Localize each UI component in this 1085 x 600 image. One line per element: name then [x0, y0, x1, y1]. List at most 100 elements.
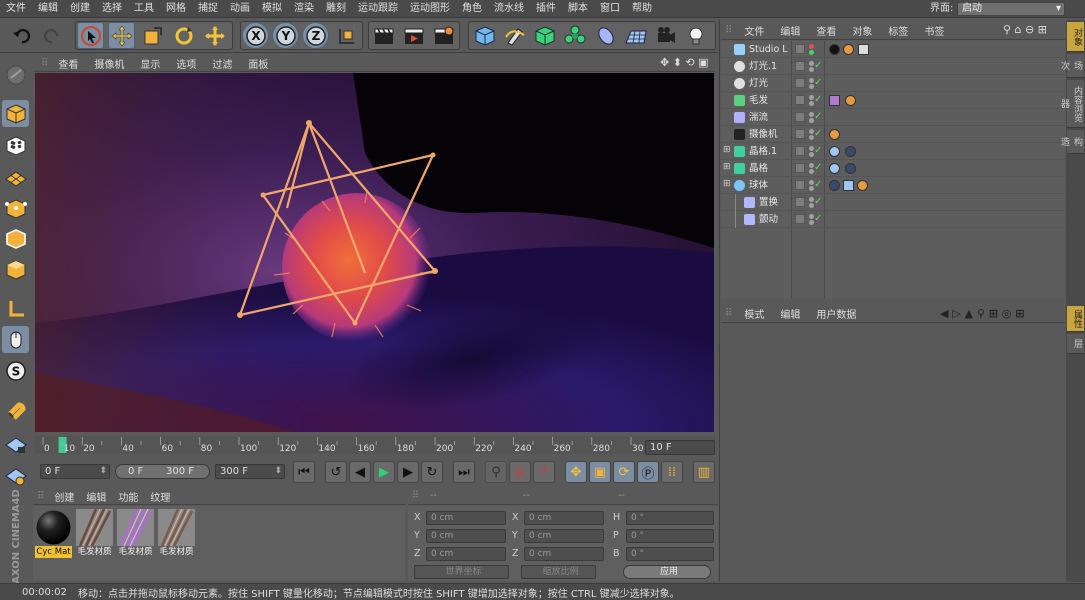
menu-item[interactable]: 帮助	[626, 0, 658, 18]
object-manager-menu-item[interactable]: 标签	[880, 23, 916, 38]
menu-item[interactable]: 脚本	[562, 0, 594, 18]
object-tag-icon[interactable]	[829, 95, 840, 106]
menu-item[interactable]: 文件	[0, 0, 32, 18]
right-tab[interactable]: 场次	[1059, 54, 1084, 78]
rotate-tool-button[interactable]	[170, 22, 197, 49]
layer-swatch[interactable]	[795, 129, 805, 139]
points-mode-button[interactable]	[2, 195, 29, 222]
object-row[interactable]: Studio L	[721, 41, 1065, 58]
enabled-check-icon[interactable]: ✓	[814, 110, 822, 124]
object-manager-menu-item[interactable]: 书签	[916, 23, 952, 38]
viewport-nav-icons[interactable]: ✥ ⬍ ⟲ ▣	[660, 56, 709, 69]
material-slot[interactable]: 毛发材质	[158, 508, 195, 559]
coord-value-field[interactable]: 0 cm	[426, 547, 506, 561]
coord-value-field[interactable]: 0 cm	[524, 547, 604, 561]
layer-swatch[interactable]	[795, 112, 805, 122]
enabled-check-icon[interactable]: ✓	[814, 93, 822, 107]
object-row[interactable]: 灯光.1 ✓	[721, 58, 1065, 75]
pen-spline-button[interactable]	[501, 22, 528, 49]
menu-item[interactable]: 角色	[456, 0, 488, 18]
deformer-button[interactable]	[592, 22, 619, 49]
object-name[interactable]: 摄像机	[749, 126, 778, 143]
right-tab[interactable]: 属性	[1067, 306, 1084, 332]
layer-swatch[interactable]	[795, 95, 805, 105]
key-parameter-button[interactable]: Ⓟ	[637, 461, 659, 483]
key-pla-button[interactable]: ⁞⁞	[661, 461, 683, 483]
expand-icon[interactable]: ⊞	[723, 162, 731, 172]
goto-start-button[interactable]: ⏮	[293, 461, 315, 483]
object-row[interactable]: ⊞ 球体 ✓	[721, 177, 1065, 194]
texture-mode-button[interactable]	[2, 132, 29, 159]
model-mode-button[interactable]	[2, 100, 29, 127]
viewport-menu-item[interactable]: 选项	[168, 56, 204, 71]
attribute-menu-item[interactable]: 编辑	[772, 306, 808, 321]
render-settings-button[interactable]	[430, 22, 457, 49]
object-tag-icon[interactable]	[829, 163, 840, 174]
render-dot[interactable]	[809, 50, 814, 55]
expand-icon[interactable]: ⊞	[723, 145, 731, 155]
scale-tool-button[interactable]	[139, 22, 166, 49]
attribute-nav-icons[interactable]: ◀ ▷ ▲ ⚲ ⊞ ◎ ⊞	[940, 307, 1024, 320]
object-tag-icon[interactable]	[829, 146, 840, 157]
magnet-button[interactable]	[2, 395, 29, 422]
menu-item[interactable]: 运动图形	[404, 0, 456, 18]
object-name[interactable]: 灯光.1	[749, 58, 777, 75]
object-name[interactable]: 灯光	[749, 75, 768, 92]
visibility-dot[interactable]	[809, 44, 814, 49]
next-key-button[interactable]: ↻	[421, 461, 443, 483]
floor-button[interactable]	[622, 22, 649, 49]
object-row[interactable]: ⊞ 晶格 ✓	[721, 160, 1065, 177]
enabled-check-icon[interactable]: ✓	[814, 59, 822, 73]
object-tag-icon[interactable]	[829, 129, 840, 140]
menu-item[interactable]: 捕捉	[192, 0, 224, 18]
menu-item[interactable]: 插件	[530, 0, 562, 18]
object-name[interactable]: 晶格	[749, 160, 768, 177]
menu-item[interactable]: 网格	[160, 0, 192, 18]
play-button[interactable]: ▶	[373, 461, 395, 483]
workplane-mode-button[interactable]	[2, 163, 29, 190]
material-slot[interactable]: 毛发材质	[117, 508, 154, 559]
live-select-button[interactable]	[77, 22, 104, 49]
material-menu-item[interactable]: 创建	[48, 489, 80, 504]
x-axis-lock-button[interactable]: X	[242, 22, 269, 49]
enabled-check-icon[interactable]: ✓	[814, 212, 822, 226]
layer-swatch[interactable]	[795, 180, 805, 190]
render-picture-viewer-button[interactable]	[400, 22, 427, 49]
keyframe-selection-button[interactable]: ?	[533, 461, 555, 483]
polygons-mode-button[interactable]	[2, 256, 29, 283]
object-row[interactable]: 毛发 ✓	[721, 92, 1065, 109]
prev-frame-button[interactable]: ◀	[349, 461, 371, 483]
enabled-check-icon[interactable]: ✓	[814, 127, 822, 141]
camera-object-button[interactable]	[652, 22, 679, 49]
edges-mode-button[interactable]	[2, 225, 29, 252]
layer-swatch[interactable]	[795, 44, 805, 54]
enabled-check-icon[interactable]: ✓	[814, 144, 822, 158]
enabled-check-icon[interactable]: ✓	[814, 76, 822, 90]
right-tab[interactable]: 内容浏览器	[1059, 80, 1084, 128]
viewport[interactable]	[35, 73, 714, 432]
object-name[interactable]: 置换	[759, 194, 778, 211]
menu-item[interactable]: 工具	[128, 0, 160, 18]
menu-item[interactable]: 编辑	[32, 0, 64, 18]
menu-item[interactable]: 流水线	[488, 0, 530, 18]
object-tag-icon[interactable]	[845, 163, 856, 174]
y-axis-lock-button[interactable]: Y	[272, 22, 299, 49]
workplane-lock-button[interactable]	[2, 431, 29, 458]
object-manager-menu-item[interactable]: 查看	[808, 23, 844, 38]
object-manager-menu-item[interactable]: 文件	[736, 23, 772, 38]
viewport-menu-item[interactable]: 摄像机	[86, 56, 132, 71]
object-name[interactable]: 球体	[749, 177, 768, 194]
coord-value-field[interactable]: 0 °	[626, 529, 714, 543]
layer-swatch[interactable]	[795, 61, 805, 71]
layer-swatch[interactable]	[795, 214, 805, 224]
snap-button[interactable]: S	[2, 357, 29, 384]
menu-item[interactable]: 动画	[224, 0, 256, 18]
layer-swatch[interactable]	[795, 78, 805, 88]
object-tag-icon[interactable]	[843, 44, 854, 55]
menu-item[interactable]: 雕刻	[320, 0, 352, 18]
layer-swatch[interactable]	[795, 163, 805, 173]
enabled-check-icon[interactable]: ✓	[814, 195, 822, 209]
coord-value-field[interactable]: 0 cm	[426, 511, 506, 525]
viewport-menu-item[interactable]: 过滤	[204, 56, 240, 71]
timeline-ruler[interactable]: 0 10 20 40 60 80 100 120 140 160 180 200 220 240 260 28…	[35, 436, 715, 454]
